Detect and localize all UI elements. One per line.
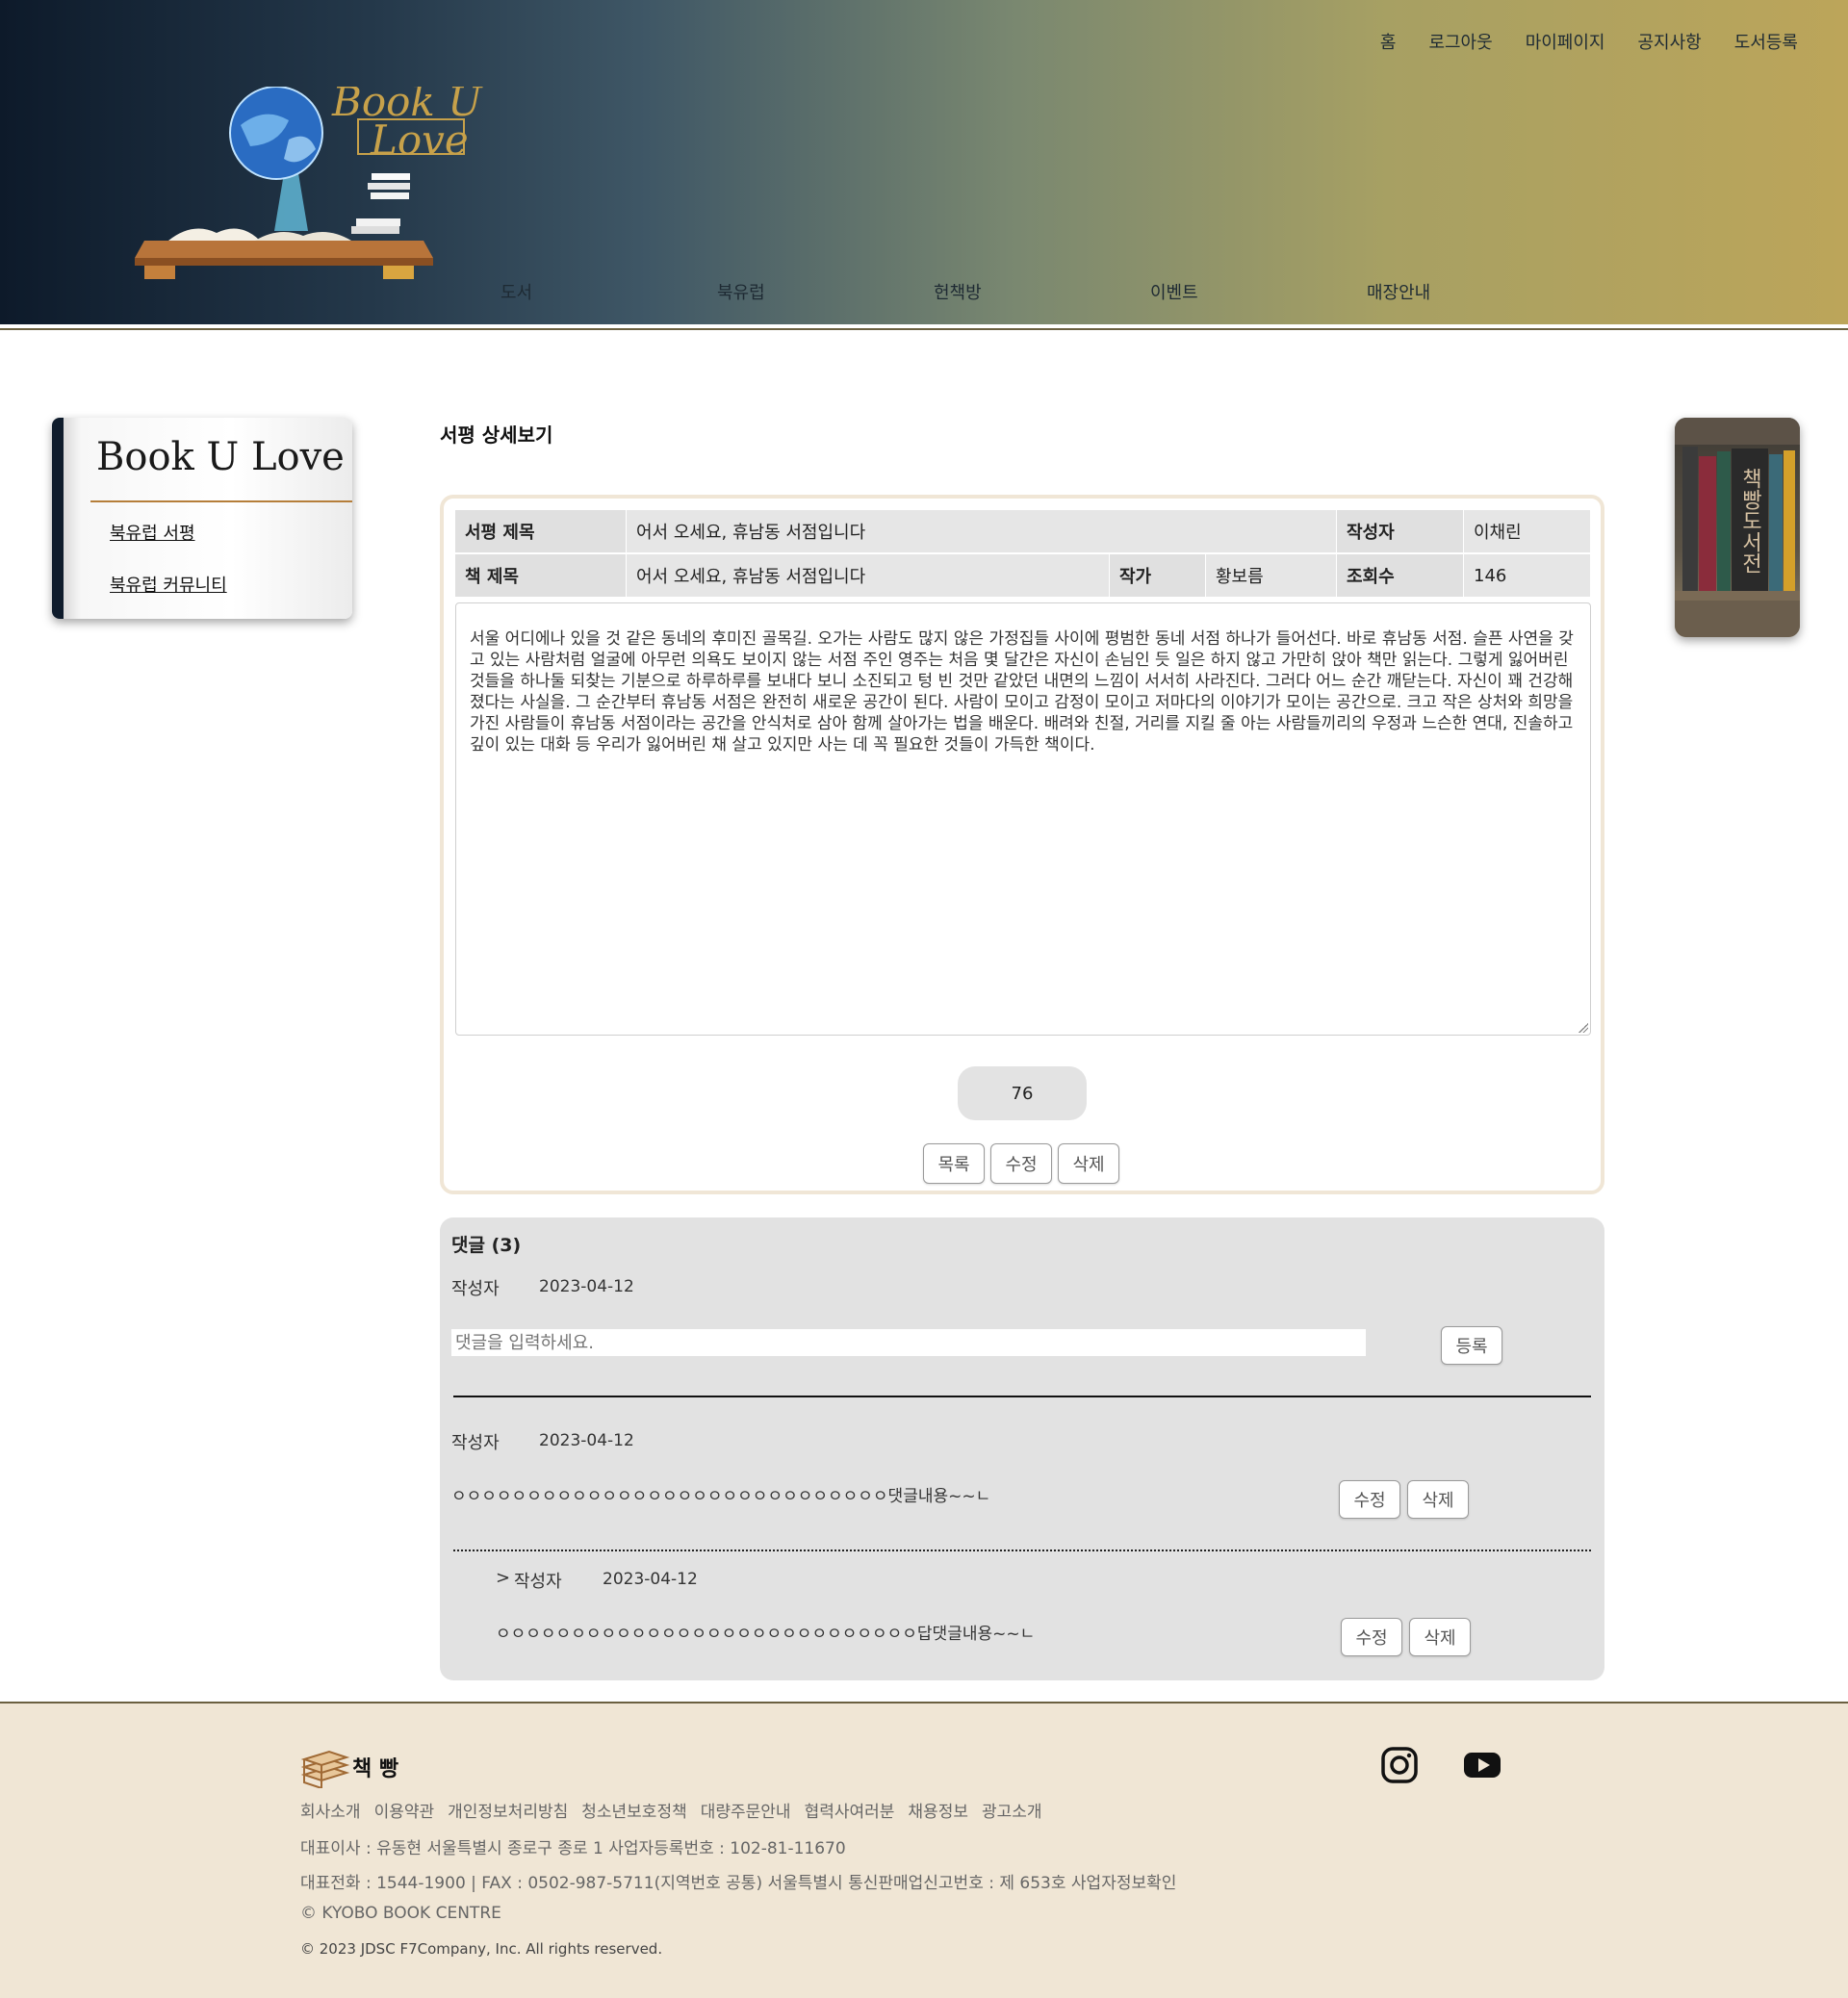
info-row-title: 서평 제목 어서 오세요, 휴남동 서점입니다 작성자 이채린 <box>455 510 1591 552</box>
footer-link-company[interactable]: 회사소개 <box>300 1798 361 1822</box>
top-nav: 홈 로그아웃 마이페이지 공지사항 도서등록 <box>1380 29 1798 54</box>
nav-notice-link[interactable]: 공지사항 <box>1638 29 1702 54</box>
reply-author: 작성자 <box>514 1572 562 1592</box>
svg-text:책빵도서전: 책빵도서전 <box>1738 468 1762 574</box>
comments-section: 댓글 (3) 작성자 2023-04-12 등록 작성자 2023-04-12 … <box>440 1217 1604 1680</box>
book-stack-icon <box>300 1750 350 1788</box>
mainnav-store-info[interactable]: 매장안내 <box>1367 279 1583 304</box>
comment-edit-button[interactable]: 수정 <box>1339 1480 1400 1519</box>
mainnav-usedbooks[interactable]: 헌책방 <box>934 279 1150 304</box>
site-footer: 책 빵 회사소개 이용약관 개인정보처리방침 청소년보호정책 대량주문안내 협력… <box>0 1703 1848 1998</box>
comment-input[interactable] <box>451 1329 1366 1356</box>
comment-delete-button[interactable]: 삭제 <box>1407 1480 1469 1519</box>
views-value: 146 <box>1464 554 1591 597</box>
side-menu-divider <box>90 500 352 502</box>
footer-kyobo: © KYOBO BOOK CENTRE <box>300 1904 501 1923</box>
site-header: 홈 로그아웃 마이페이지 공지사항 도서등록 Book U Love 도서 북유… <box>0 0 1848 327</box>
comment-author: 작성자 <box>451 1433 500 1453</box>
reply-edit-button[interactable]: 수정 <box>1341 1618 1402 1656</box>
footer-copyright: © 2023 JDSC F7Company, Inc. All rights r… <box>300 1940 663 1958</box>
like-count-button[interactable]: 76 <box>958 1066 1087 1120</box>
reply-divider <box>453 1550 1591 1551</box>
author-value: 이채린 <box>1464 510 1591 552</box>
review-title-label: 서평 제목 <box>455 510 627 552</box>
writer-label: 작가 <box>1110 554 1206 597</box>
review-body[interactable]: 서울 어디에나 있을 것 같은 동네의 후미진 골목길. 오가는 사람도 많지 … <box>455 602 1591 1036</box>
footer-brand[interactable]: 책 빵 <box>300 1746 398 1788</box>
footer-links: 회사소개 이용약관 개인정보처리방침 청소년보호정책 대량주문안내 협력사여러분… <box>300 1798 1042 1822</box>
comment-form-author: 작성자 <box>451 1279 500 1299</box>
mainnav-events[interactable]: 이벤트 <box>1150 279 1367 304</box>
footer-brand-name: 책 빵 <box>352 1757 399 1781</box>
reply-text: ㅇㅇㅇㅇㅇㅇㅇㅇㅇㅇㅇㅇㅇㅇㅇㅇㅇㅇㅇㅇㅇㅇㅇㅇㅇㅇㅇㅇ답댓글내용~~ㄴ <box>496 1625 1036 1644</box>
youtube-icon[interactable] <box>1463 1746 1502 1784</box>
footer-link-youth[interactable]: 청소년보호정책 <box>581 1798 686 1822</box>
side-menu: Book U Love 북유럽 서평 북유럽 커뮤니티 <box>52 418 352 619</box>
reply-date: 2023-04-12 <box>603 1570 698 1589</box>
mainnav-books[interactable]: 도서 <box>500 279 717 304</box>
bookshelf-image: 책빵도서전 <box>1675 418 1800 637</box>
footer-link-terms[interactable]: 이용약관 <box>374 1798 435 1822</box>
footer-link-partners[interactable]: 협력사여러분 <box>805 1798 895 1822</box>
footer-link-privacy[interactable]: 개인정보처리방침 <box>448 1798 568 1822</box>
footer-link-careers[interactable]: 채용정보 <box>908 1798 968 1822</box>
views-label: 조회수 <box>1337 554 1464 597</box>
info-row-book: 책 제목 어서 오세요, 휴남동 서점입니다 작가 황보름 조회수 146 <box>455 554 1591 597</box>
book-title-label: 책 제목 <box>455 554 627 597</box>
edit-button[interactable]: 수정 <box>990 1143 1052 1184</box>
nav-book-register-link[interactable]: 도서등록 <box>1734 29 1798 54</box>
side-menu-item-community[interactable]: 북유럽 커뮤니티 <box>110 572 227 597</box>
header-divider <box>0 328 1848 330</box>
footer-company-info: 대표이사 : 유동현 서울특별시 종로구 종로 1 사업자등록번호 : 102-… <box>300 1839 846 1858</box>
comment-submit-button[interactable]: 등록 <box>1441 1326 1502 1365</box>
review-title-value: 어서 오세요, 휴남동 서점입니다 <box>627 510 1337 552</box>
nav-mypage-link[interactable]: 마이페이지 <box>1526 29 1605 54</box>
review-detail-card: 서평 제목 어서 오세요, 휴남동 서점입니다 작성자 이채린 책 제목 어서 … <box>440 495 1604 1194</box>
nav-home-link[interactable]: 홈 <box>1380 29 1397 54</box>
footer-link-bulk-order[interactable]: 대량주문안내 <box>701 1798 791 1822</box>
writer-value: 황보름 <box>1206 554 1337 597</box>
side-menu-title: Book U Love <box>96 435 345 479</box>
page-title: 서평 상세보기 <box>440 423 553 447</box>
mainnav-bookulove[interactable]: 북유럽 <box>717 279 934 304</box>
comment-text: ㅇㅇㅇㅇㅇㅇㅇㅇㅇㅇㅇㅇㅇㅇㅇㅇㅇㅇㅇㅇㅇㅇㅇㅇㅇㅇㅇㅇㅇ댓글내용~~ㄴ <box>451 1487 991 1506</box>
svg-text:Love: Love <box>370 116 469 164</box>
delete-button[interactable]: 삭제 <box>1058 1143 1119 1184</box>
comments-title: 댓글 (3) <box>451 1235 522 1256</box>
footer-link-ads[interactable]: 광고소개 <box>982 1798 1042 1822</box>
reply-indent-marker: > <box>496 1568 511 1588</box>
comment-date: 2023-04-12 <box>539 1431 634 1450</box>
bookfair-banner[interactable]: 책빵도서전 <box>1675 418 1800 637</box>
side-menu-item-reviews[interactable]: 북유럽 서평 <box>110 520 195 545</box>
nav-logout-link[interactable]: 로그아웃 <box>1428 29 1492 54</box>
instagram-icon[interactable] <box>1380 1746 1419 1784</box>
main-nav: 도서 북유럽 헌책방 이벤트 매장안내 <box>500 279 1583 304</box>
author-label: 작성자 <box>1337 510 1464 552</box>
list-button[interactable]: 목록 <box>923 1143 985 1184</box>
reply-delete-button[interactable]: 삭제 <box>1409 1618 1471 1656</box>
review-body-text: 서울 어디에나 있을 것 같은 동네의 후미진 골목길. 오가는 사람도 많지 … <box>470 629 1574 755</box>
book-title-value: 어서 오세요, 휴남동 서점입니다 <box>627 554 1110 597</box>
comment-form-date: 2023-04-12 <box>539 1277 634 1296</box>
site-logo[interactable]: Book U Love <box>135 87 510 289</box>
resize-handle-icon[interactable] <box>1578 1023 1588 1033</box>
footer-contact-info: 대표전화 : 1544-1900 | FAX : 0502-987-5711(지… <box>300 1874 1177 1893</box>
comment-divider <box>453 1396 1591 1397</box>
